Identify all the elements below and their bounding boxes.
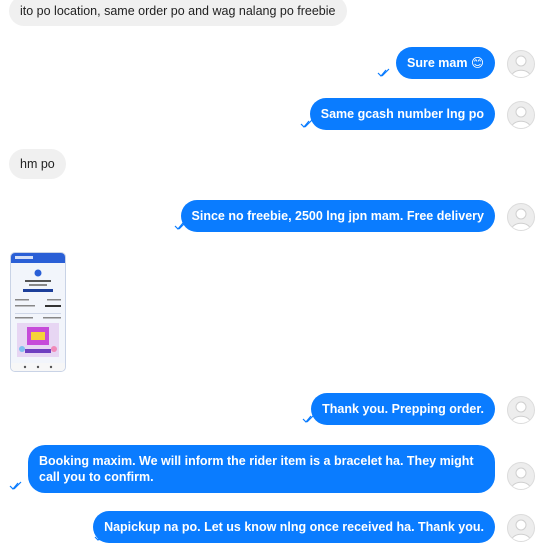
avatar	[507, 50, 535, 78]
receipt-screenshot-thumbnail[interactable]	[10, 252, 66, 372]
message-text: Thank you. Prepping order.	[322, 402, 484, 416]
avatar	[507, 101, 535, 129]
message-text: ito po location, same order po and wag n…	[20, 4, 336, 18]
message-text: Napickup na po. Let us know nlng once re…	[104, 520, 484, 534]
outgoing-message: Since no freebie, 2500 lng jpn mam. Free…	[180, 200, 495, 232]
outgoing-message: Booking maxim. We will inform the rider …	[28, 445, 495, 493]
outgoing-message: Same gcash number lng po	[309, 98, 495, 130]
incoming-message: ito po location, same order po and wag n…	[9, 0, 347, 26]
avatar	[507, 462, 535, 490]
sent-check-icon	[377, 68, 390, 77]
user-icon	[510, 401, 532, 423]
user-icon	[510, 106, 532, 128]
avatar	[507, 514, 535, 542]
user-icon	[510, 208, 532, 230]
message-text: Booking maxim. We will inform the rider …	[39, 454, 474, 484]
outgoing-message: Thank you. Prepping order.	[311, 393, 495, 425]
message-text: Sure mam 😊	[407, 56, 484, 70]
avatar	[507, 203, 535, 231]
user-icon	[510, 55, 532, 77]
user-icon	[510, 519, 532, 541]
avatar	[507, 396, 535, 424]
message-text: hm po	[20, 157, 55, 171]
outgoing-message: Sure mam 😊	[396, 47, 495, 79]
outgoing-message: Napickup na po. Let us know nlng once re…	[93, 511, 495, 543]
incoming-message: hm po	[9, 149, 66, 179]
receipt-image-icon	[11, 253, 65, 371]
user-icon	[510, 467, 532, 489]
message-text: Since no freebie, 2500 lng jpn mam. Free…	[191, 209, 484, 223]
sent-check-icon	[9, 481, 22, 490]
message-text: Same gcash number lng po	[320, 107, 484, 121]
